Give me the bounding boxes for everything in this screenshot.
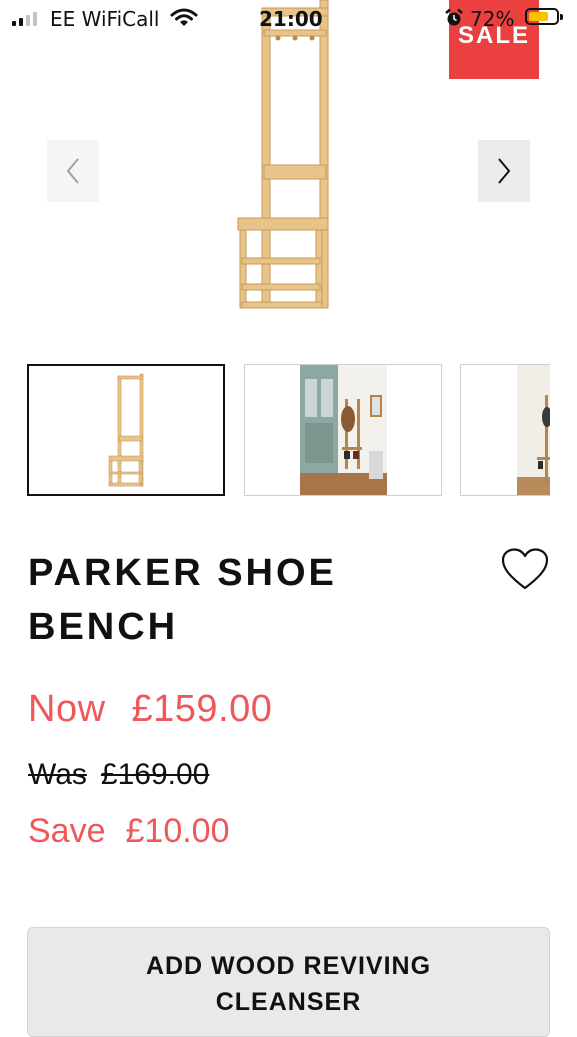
save-amount: £10.00 — [125, 812, 230, 850]
thumb-shoe-bench-room[interactable] — [460, 364, 550, 496]
add-wood-cleanser-button[interactable]: ADD WOOD REVIVING CLEANSER — [27, 927, 550, 1037]
thumbnail-image — [300, 365, 387, 495]
price-was-label: Was — [28, 758, 87, 791]
alarm-icon — [445, 8, 463, 26]
price-save: Save £10.00 — [28, 812, 230, 851]
thumbnail-image — [108, 373, 144, 487]
price-was: Was £169.00 — [28, 758, 209, 792]
gallery-prev-button[interactable] — [47, 140, 99, 202]
chevron-left-icon — [66, 158, 79, 184]
price-now-value: £159.00 — [131, 688, 273, 730]
thumb-shoe-bench-hallway[interactable] — [244, 364, 442, 496]
thumbnail-strip[interactable] — [27, 364, 550, 498]
wifi-icon — [170, 8, 198, 26]
product-title: PARKER SHOE BENCH — [28, 552, 337, 648]
status-bar: EE WiFiCall 21:00 72% — [0, 0, 577, 36]
product-image-gallery[interactable]: SALE — [0, 0, 577, 340]
save-label: Save — [28, 812, 106, 850]
thumb-shoe-bench-front[interactable] — [27, 364, 225, 496]
product-main-image — [237, 0, 329, 309]
heart-icon[interactable] — [501, 548, 549, 592]
chevron-right-icon — [498, 158, 511, 184]
battery-fill — [529, 12, 548, 21]
carrier-label: EE WiFiCall — [50, 7, 160, 31]
battery-icon — [525, 8, 563, 25]
clock: 21:00 — [259, 7, 323, 31]
gallery-next-button[interactable] — [478, 140, 530, 202]
thumbnail-image — [517, 365, 550, 495]
price-now: Now £159.00 — [28, 688, 272, 731]
signal-icon — [12, 12, 37, 26]
add-wood-cleanser-label: ADD WOOD REVIVING CLEANSER — [145, 952, 432, 1016]
price-now-label: Now — [28, 688, 106, 730]
price-was-value: £169.00 — [100, 758, 210, 791]
battery-percent: 72% — [470, 7, 515, 31]
